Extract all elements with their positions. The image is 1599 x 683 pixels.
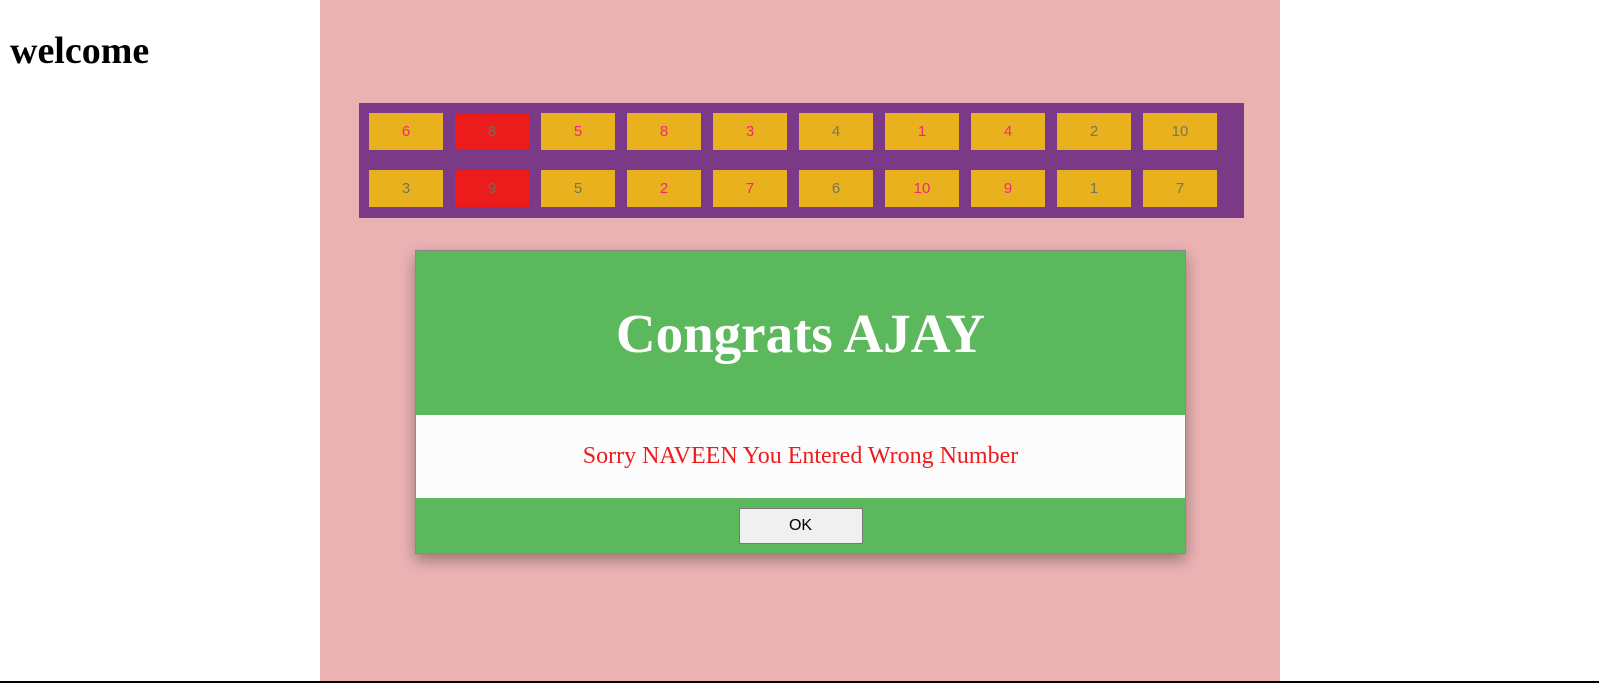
number-tile[interactable]: 3 [713, 113, 787, 150]
number-tile[interactable]: 5 [541, 170, 615, 207]
ok-button[interactable]: OK [738, 507, 863, 544]
result-dialog: Congrats AJAY Sorry NAVEEN You Entered W… [415, 250, 1186, 554]
number-tile[interactable]: 9 [971, 170, 1045, 207]
number-tile[interactable]: 4 [799, 113, 873, 150]
number-tile[interactable]: 8 [627, 113, 701, 150]
number-tile[interactable]: 2 [627, 170, 701, 207]
dialog-header: Congrats AJAY [416, 251, 1185, 415]
number-tile[interactable]: 6 [799, 170, 873, 207]
page-title: welcome [10, 30, 150, 72]
number-tile[interactable]: 10 [885, 170, 959, 207]
dialog-body: Sorry NAVEEN You Entered Wrong Number [416, 415, 1185, 498]
number-tile[interactable]: 2 [1057, 113, 1131, 150]
dialog-message: Sorry NAVEEN You Entered Wrong Number [582, 443, 1019, 469]
number-tile[interactable]: 7 [713, 170, 787, 207]
number-tile[interactable]: 10 [1143, 113, 1217, 150]
number-tile[interactable]: 4 [971, 113, 1045, 150]
dialog-title: Congrats AJAY [615, 302, 986, 364]
number-grid: 6 8 5 8 3 4 1 4 2 10 3 9 5 2 7 6 10 9 1 7 [359, 103, 1244, 218]
number-tile[interactable]: 6 [369, 113, 443, 150]
game-panel: 6 8 5 8 3 4 1 4 2 10 3 9 5 2 7 6 10 9 1 7 Congrats AJAY Sor… [320, 0, 1280, 683]
number-tile[interactable]: 8 [455, 113, 529, 150]
number-tile[interactable]: 9 [455, 170, 529, 207]
dialog-footer: OK [416, 498, 1185, 553]
number-tile[interactable]: 1 [1057, 170, 1131, 207]
number-tile[interactable]: 3 [369, 170, 443, 207]
number-tile[interactable]: 5 [541, 113, 615, 150]
number-tile[interactable]: 1 [885, 113, 959, 150]
number-tile[interactable]: 7 [1143, 170, 1217, 207]
